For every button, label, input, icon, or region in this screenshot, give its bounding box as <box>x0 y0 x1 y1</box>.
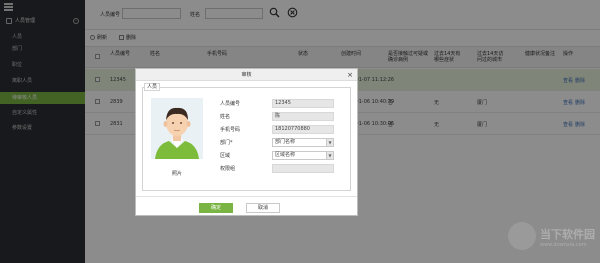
field-label-permission-group: 权限组 <box>220 166 236 172</box>
photo-caption: 照片 <box>171 171 182 177</box>
field-label-name: 姓名 <box>220 114 231 120</box>
watermark: 当下软件园 www.downxia.com <box>508 220 596 258</box>
chevron-down-icon[interactable]: ▼ <box>326 139 333 146</box>
area-select[interactable]: 区域名称 ▼ <box>272 151 334 160</box>
review-dialog: 审核 × 照片 人员编号 12345 姓名 陈 手机号码 18120770880 <box>135 68 358 216</box>
department-select[interactable]: 部门名称 ▼ <box>272 138 334 147</box>
watermark-logo-icon <box>508 222 536 250</box>
person-photo[interactable] <box>151 98 203 159</box>
dialog-footer: 确定 取消 <box>136 196 357 216</box>
close-icon[interactable]: × <box>347 69 353 81</box>
confirm-button[interactable]: 确定 <box>199 203 233 213</box>
field-label-area: 区域 <box>220 153 231 159</box>
permission-group-field[interactable] <box>272 164 334 173</box>
person-panel: 照片 人员编号 12345 姓名 陈 手机号码 18120770880 部门* … <box>142 87 351 191</box>
watermark-url: www.downxia.com <box>540 242 587 248</box>
field-label-department: 部门* <box>220 140 233 146</box>
chevron-down-icon[interactable]: ▼ <box>326 152 333 159</box>
phone-field: 18120770880 <box>272 125 334 134</box>
field-label-person-no: 人员编号 <box>220 101 241 107</box>
cancel-button[interactable]: 取消 <box>246 203 280 213</box>
panel-legend: 人员 <box>144 83 161 91</box>
person-no-field: 12345 <box>272 99 334 108</box>
dialog-title: 审核 <box>136 69 357 81</box>
field-label-phone: 手机号码 <box>220 127 241 133</box>
name-field: 陈 <box>272 112 334 121</box>
area-value: 区域名称 <box>275 152 296 158</box>
department-value: 部门名称 <box>275 139 296 145</box>
watermark-text: 当下软件园 <box>540 228 595 241</box>
